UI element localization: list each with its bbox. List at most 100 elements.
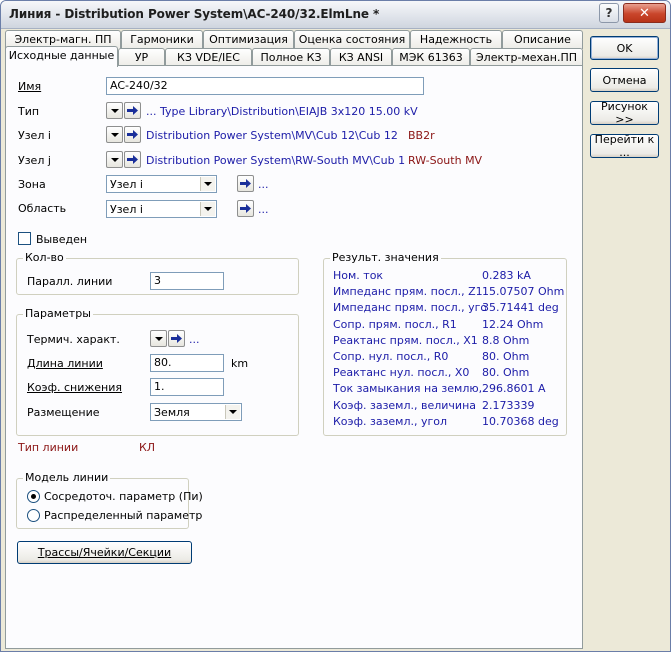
tab-optimization[interactable]: Оптимизация [203,30,294,49]
type-jump-button[interactable] [124,102,141,119]
arrow-right-icon [127,130,138,139]
tab-state-estimation[interactable]: Оценка состояния [294,30,410,49]
derating-input[interactable]: 1. [150,378,224,396]
tab-description[interactable]: Описание [502,30,583,49]
arrow-right-icon [171,334,182,343]
node-j-value[interactable]: Distribution Power System\RW-South MV\Cu… [146,154,405,167]
derating-label: Коэф. снижения [27,381,122,394]
chevron-down-icon [110,132,119,137]
result-value: 15.07507 Ohm [482,285,565,299]
title-bar[interactable]: Линия - Distribution Power System\AC-240… [1,1,670,29]
count-group: Кол-во Паралл. линии 3 [16,251,299,295]
chevron-down-icon [110,157,119,162]
type-value[interactable]: ... Type Library\Distribution\EIAJB 3x12… [146,105,418,118]
placement-select[interactable]: Земля [150,403,242,421]
node-i-value[interactable]: Distribution Power System\MV\Cub 12\Cub … [146,129,398,142]
tab-harmonics[interactable]: Гармоники [121,30,203,49]
parameters-group-title: Параметры [23,307,93,320]
close-button[interactable]: ✕ [623,3,666,23]
chevron-down-icon [154,336,163,341]
result-label: Коэф. заземл., величина [333,398,477,412]
result-label: Реактанс прям. посл., X1 [333,333,478,347]
placement-label: Размещение [27,406,100,419]
line-model-group: Модель линии Сосредоточ. параметр (Пи) Р… [16,471,203,529]
result-value: 12.24 Ohm [482,317,544,331]
result-value: 35.71441 deg [482,301,559,315]
dialog-window: Линия - Distribution Power System\AC-240… [0,0,671,652]
out-of-service-label: Выведен [36,233,88,246]
type-select-button[interactable] [106,102,123,119]
result-value: 2.173339 [482,398,535,412]
thermal-select-button[interactable] [150,330,167,347]
arrow-right-icon [240,179,251,188]
lumped-radio[interactable] [27,490,40,503]
node-j-select-button[interactable] [106,151,123,168]
chevron-down-icon[interactable] [225,405,240,419]
area-select[interactable]: Узел i [106,200,217,218]
results-group-title: Результ. значения [330,251,441,264]
distributed-label: Распределенный параметр [44,509,203,522]
node-i-select-button[interactable] [106,126,123,143]
result-label: Коэф. заземл., угол [333,414,448,428]
length-input[interactable]: 80. [150,354,224,372]
chevron-down-icon[interactable] [200,202,215,216]
node-j-label: Узел j [18,154,51,167]
result-value: 80. Ohm [482,350,530,363]
cancel-button[interactable]: Отмена [590,68,659,92]
thermal-label: Термич. характ. [27,333,120,346]
distributed-radio[interactable] [27,509,40,522]
basic-data-panel: Имя AC-240/32 Тип ... Type Library\Distr… [5,65,583,649]
length-label: Длина линии [27,357,103,370]
zone-dots[interactable]: ... [258,178,269,191]
node-i-label: Узел i [18,129,51,142]
result-label: Ток замыкания на землю, Ice [333,382,486,396]
zone-jump-button[interactable] [237,175,254,192]
zone-select[interactable]: Узел i [106,175,217,193]
routes-button[interactable]: Трассы/Ячейки/Секции [17,541,192,564]
results-group: Результ. значения Ном. ток 0.283 kA Импеда… [323,251,567,436]
out-of-service-checkbox[interactable] [18,232,31,245]
ok-button[interactable]: OK [590,36,659,60]
chevron-down-icon [110,108,119,113]
result-value: 0.283 kA [482,269,531,282]
node-i-bus: BB2r [408,129,435,142]
result-value: 10.70368 deg [482,414,559,428]
line-type-value: КЛ [139,441,156,454]
thermal-dots[interactable]: ... [189,333,200,346]
node-j-bus: RW-South MV [408,154,483,167]
result-label: Реактанс нул. посл., X0 [333,366,470,380]
arrow-right-icon [240,204,251,213]
arrow-right-icon [127,106,138,115]
type-label: Тип [18,105,40,118]
tab-reliability[interactable]: Надежность [410,30,502,49]
goto-button[interactable]: Перейти к ... [590,133,659,159]
count-group-title: Кол-во [23,251,66,264]
node-j-jump-button[interactable] [124,151,141,168]
zone-select-value: Узел i [110,178,143,191]
placement-select-value: Земля [154,406,190,419]
parallel-lines-input[interactable]: 3 [150,272,224,290]
name-label: Имя [18,80,42,93]
thermal-jump-button[interactable] [168,330,185,347]
length-unit: km [231,357,249,370]
window-title: Линия - Distribution Power System\AC-240… [9,7,380,21]
result-value: 296.8601 A [482,382,546,396]
parameters-group: Параметры Термич. характ. ... Длина лини… [16,307,299,436]
name-input[interactable]: AC-240/32 [106,77,424,95]
node-i-jump-button[interactable] [124,126,141,143]
lumped-label: Сосредоточ. параметр (Пи) [44,490,203,503]
chevron-down-icon[interactable] [200,177,215,191]
line-type-label: Тип линии [18,441,79,454]
area-label: Область [18,202,67,215]
result-label: Сопр. прям. посл., R1 [333,317,457,331]
result-value: 80. Ohm [482,366,530,380]
figure-button[interactable]: Рисунок >> [590,100,659,126]
area-jump-button[interactable] [237,200,254,217]
zone-label: Зона [18,178,46,191]
result-label: Импеданс прям. посл., Z1 [333,285,483,299]
result-label: Ном. ток [333,269,384,282]
result-value: 8.8 Ohm [482,333,530,347]
tab-basic-data[interactable]: Исходные данные [5,46,118,67]
help-button[interactable]: ? [599,3,619,23]
area-dots[interactable]: ... [258,203,269,216]
